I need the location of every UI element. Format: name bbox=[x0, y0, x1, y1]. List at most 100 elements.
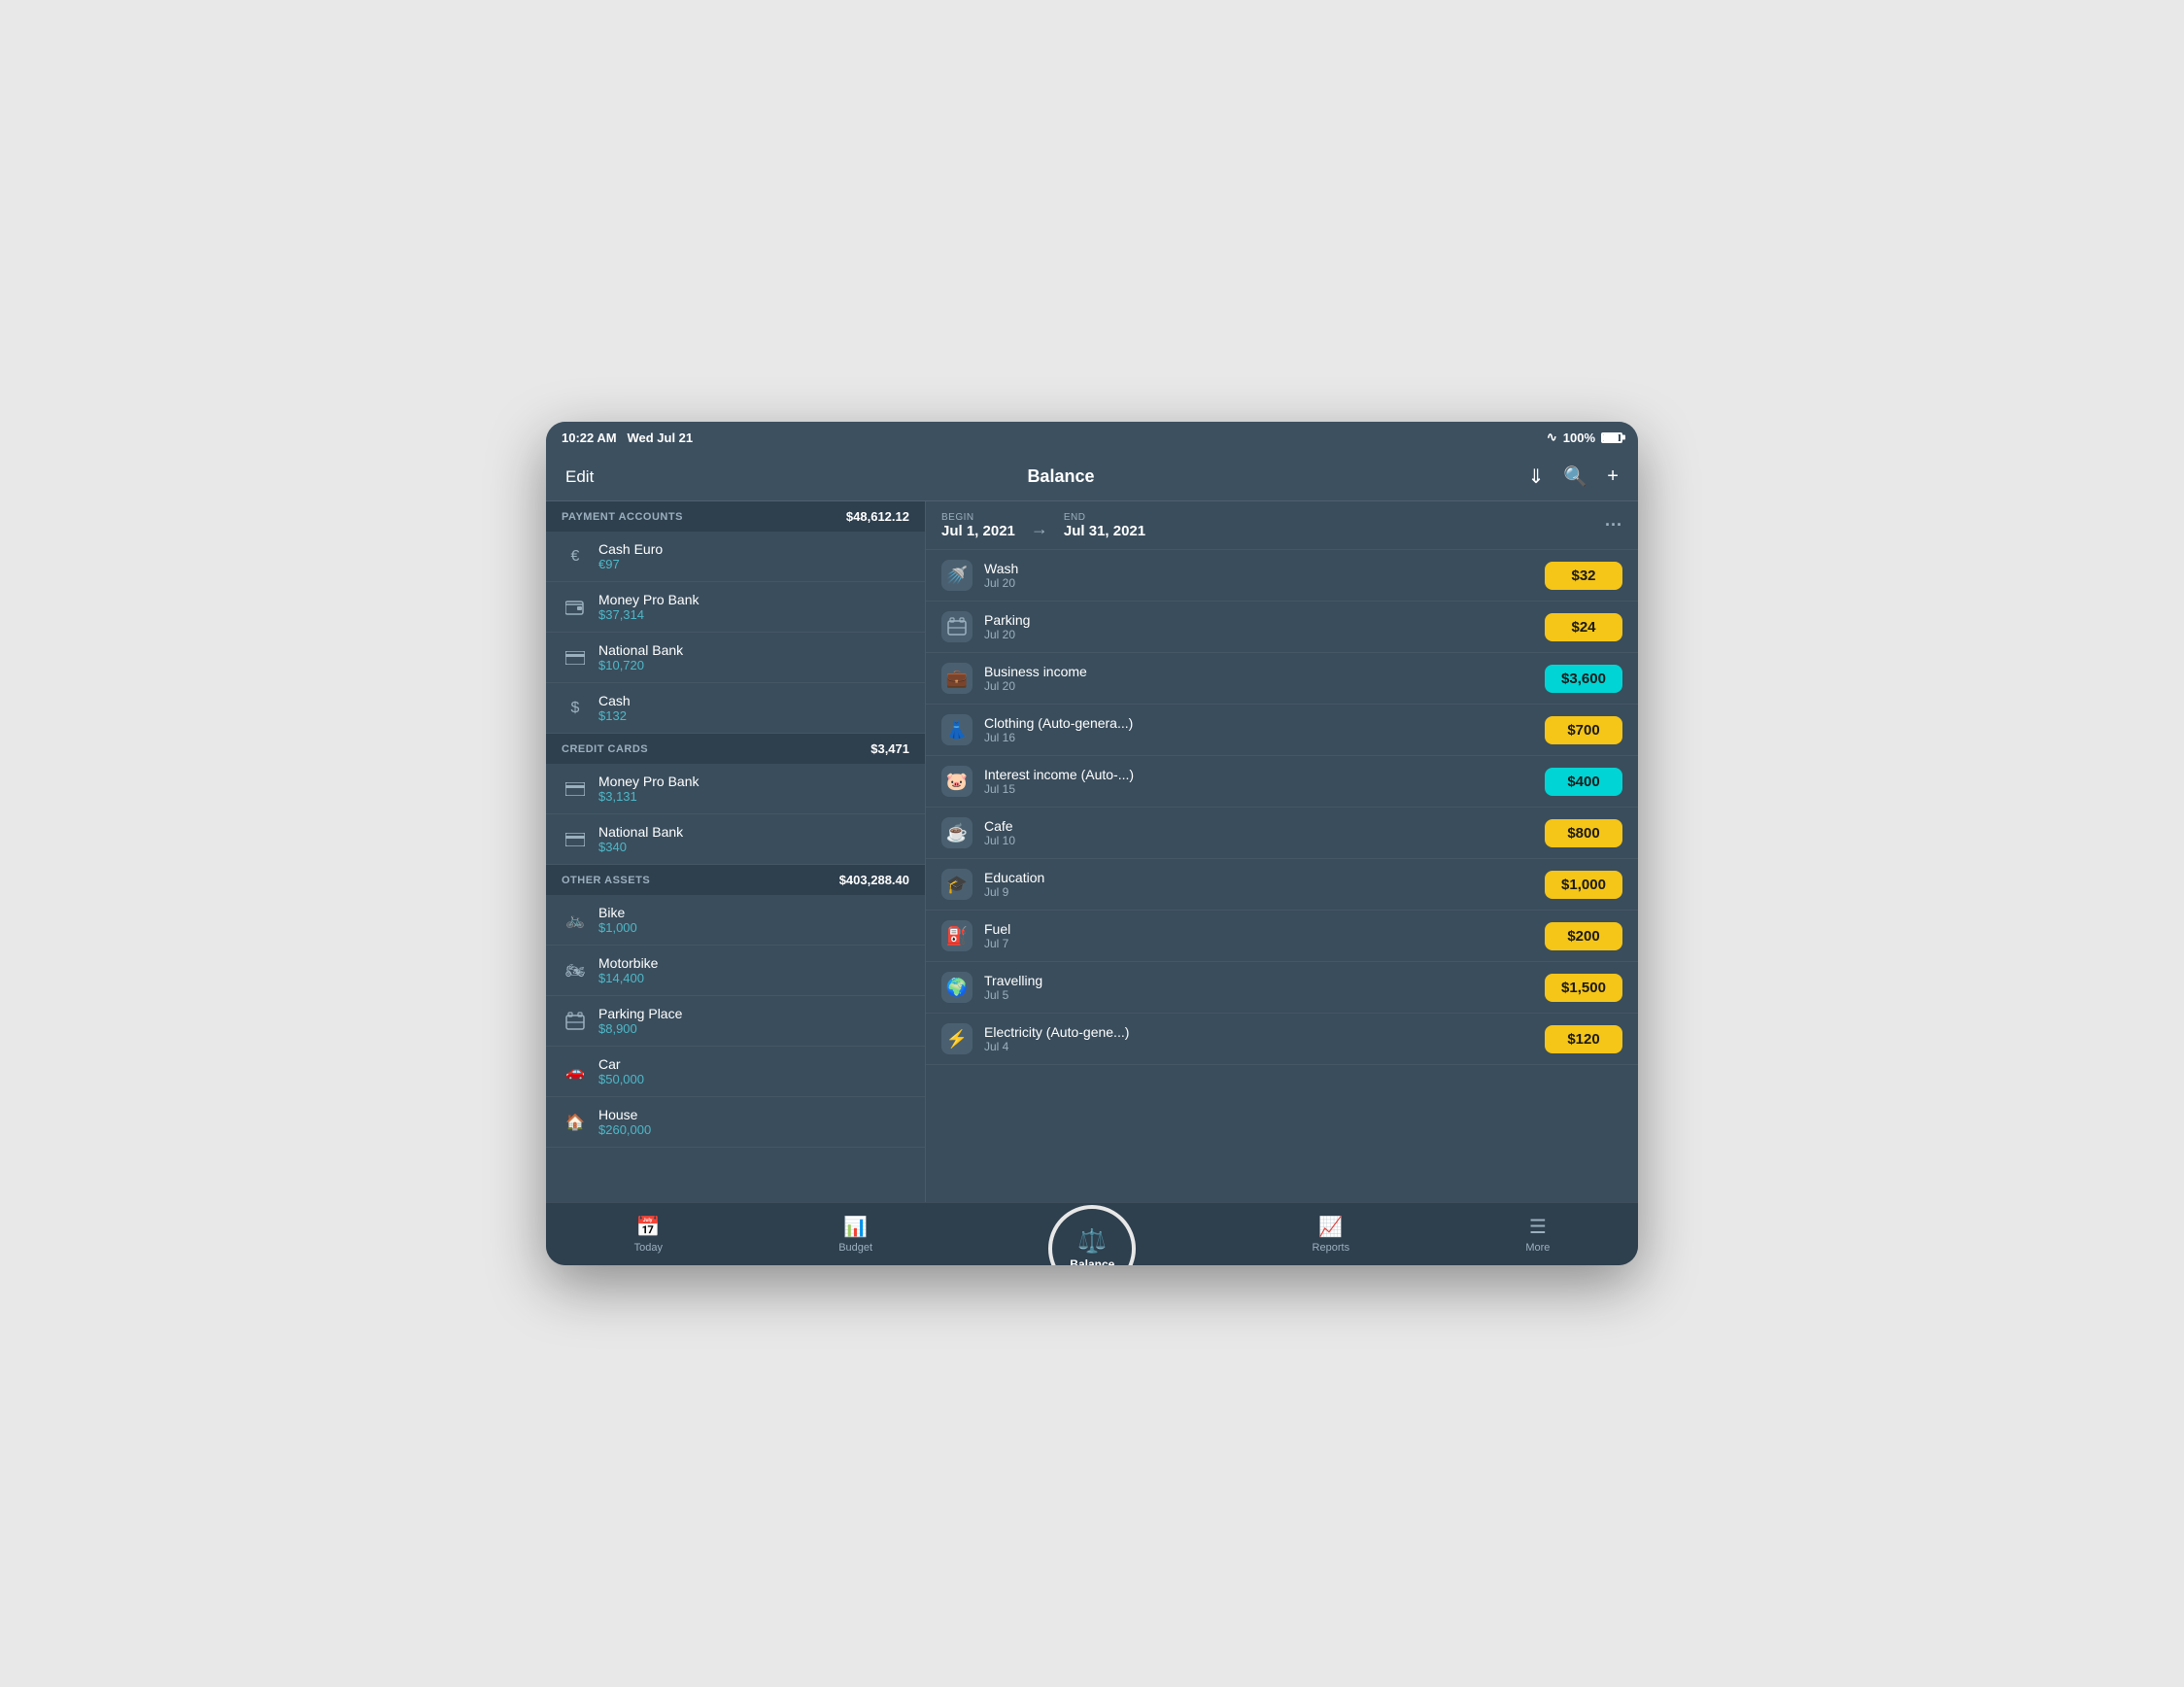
trans-amount: $800 bbox=[1545, 819, 1622, 847]
table-row[interactable]: 🎓 Education Jul 9 $1,000 bbox=[926, 859, 1638, 911]
table-row[interactable]: 🐷 Interest income (Auto-...) Jul 15 $400 bbox=[926, 756, 1638, 808]
account-name: Cash Euro bbox=[598, 541, 663, 557]
euro-icon: € bbox=[562, 543, 589, 570]
status-time: 10:22 AM Wed Jul 21 bbox=[562, 430, 693, 445]
credit-cards-total: $3,471 bbox=[870, 741, 909, 756]
balance-fab-label: Balance bbox=[1070, 1257, 1114, 1266]
end-label: End bbox=[1064, 512, 1145, 523]
trans-amount: $700 bbox=[1545, 716, 1622, 744]
trans-name: Clothing (Auto-genera...) bbox=[984, 715, 1545, 731]
table-row[interactable]: ⚡ Electricity (Auto-gene...) Jul 4 $120 bbox=[926, 1014, 1638, 1065]
list-item[interactable]: National Bank $340 bbox=[546, 814, 925, 865]
account-balance: $8,900 bbox=[598, 1021, 682, 1036]
header: Edit Balance ⇓ 🔍 + bbox=[546, 453, 1638, 501]
nav-budget[interactable]: 📊 Budget bbox=[838, 1215, 872, 1254]
list-item[interactable]: Money Pro Bank $37,314 bbox=[546, 582, 925, 633]
date-arrow-icon: → bbox=[1031, 519, 1048, 539]
nav-reports-label: Reports bbox=[1313, 1242, 1350, 1254]
today-icon: 📅 bbox=[636, 1215, 661, 1239]
table-row[interactable]: Parking Jul 20 $24 bbox=[926, 602, 1638, 653]
table-row[interactable]: 🌍 Travelling Jul 5 $1,500 bbox=[926, 962, 1638, 1014]
credit-cards-header: CREDIT CARDS $3,471 bbox=[546, 734, 925, 764]
trans-date: Jul 5 bbox=[984, 988, 1545, 1002]
trans-date: Jul 4 bbox=[984, 1040, 1545, 1053]
bike-icon: 🚲 bbox=[562, 907, 589, 934]
status-date: Wed Jul 21 bbox=[627, 430, 693, 445]
payment-accounts-header: PAYMENT ACCOUNTS $48,612.12 bbox=[546, 501, 925, 532]
list-item[interactable]: 🚗 Car $50,000 bbox=[546, 1047, 925, 1097]
parking-icon bbox=[562, 1008, 589, 1035]
reports-icon: 📈 bbox=[1318, 1215, 1343, 1239]
clothing-icon: 👗 bbox=[941, 714, 973, 745]
download-icon[interactable]: ⇓ bbox=[1528, 465, 1545, 489]
bottom-nav: 📅 Today 📊 Budget ⚖️ Balance 📈 Reports ☰ … bbox=[546, 1202, 1638, 1265]
parking-trans-icon bbox=[941, 611, 973, 642]
account-balance: $37,314 bbox=[598, 607, 700, 622]
table-row[interactable]: ⛽ Fuel Jul 7 $200 bbox=[926, 911, 1638, 962]
list-item[interactable]: 🏍 Motorbike $14,400 bbox=[546, 946, 925, 996]
begin-label: Begin bbox=[941, 512, 1015, 523]
account-balance: $340 bbox=[598, 840, 683, 854]
wifi-icon: ∿ bbox=[1547, 430, 1557, 445]
account-balance: $132 bbox=[598, 708, 631, 723]
payment-accounts-title: PAYMENT ACCOUNTS bbox=[562, 511, 683, 523]
battery-icon bbox=[1601, 432, 1622, 443]
list-item[interactable]: National Bank $10,720 bbox=[546, 633, 925, 683]
date-more-button[interactable]: ··· bbox=[1605, 515, 1622, 535]
list-item[interactable]: $ Cash $132 bbox=[546, 683, 925, 734]
balance-fab[interactable]: ⚖️ Balance bbox=[1048, 1205, 1136, 1265]
nav-today-label: Today bbox=[634, 1242, 663, 1254]
right-panel: Begin Jul 1, 2021 → End Jul 31, 2021 ···… bbox=[925, 501, 1638, 1202]
nav-more-label: More bbox=[1525, 1242, 1550, 1254]
trans-date: Jul 9 bbox=[984, 885, 1545, 899]
table-row[interactable]: 🚿 Wash Jul 20 $32 bbox=[926, 550, 1638, 602]
trans-name: Electricity (Auto-gene...) bbox=[984, 1024, 1545, 1040]
trans-amount: $32 bbox=[1545, 562, 1622, 590]
device-frame: 10:22 AM Wed Jul 21 ∿ 100% Edit Balance … bbox=[546, 422, 1638, 1265]
trans-amount: $1,000 bbox=[1545, 871, 1622, 899]
trans-date: Jul 20 bbox=[984, 628, 1545, 641]
account-name: Car bbox=[598, 1056, 644, 1072]
trans-name: Parking bbox=[984, 612, 1545, 628]
edit-button[interactable]: Edit bbox=[565, 467, 594, 487]
trans-name: Interest income (Auto-...) bbox=[984, 767, 1545, 782]
account-balance: $50,000 bbox=[598, 1072, 644, 1086]
status-time-value: 10:22 AM bbox=[562, 430, 617, 445]
nav-more[interactable]: ☰ More bbox=[1525, 1215, 1550, 1254]
status-bar: 10:22 AM Wed Jul 21 ∿ 100% bbox=[546, 422, 1638, 453]
trans-date: Jul 15 bbox=[984, 782, 1545, 796]
table-row[interactable]: 👗 Clothing (Auto-genera...) Jul 16 $700 bbox=[926, 705, 1638, 756]
business-icon: 💼 bbox=[941, 663, 973, 694]
end-value: Jul 31, 2021 bbox=[1064, 523, 1145, 539]
nav-reports[interactable]: 📈 Reports bbox=[1313, 1215, 1350, 1254]
more-icon: ☰ bbox=[1529, 1215, 1547, 1239]
trans-date: Jul 7 bbox=[984, 937, 1545, 950]
cash-icon: $ bbox=[562, 695, 589, 722]
nav-today[interactable]: 📅 Today bbox=[634, 1215, 663, 1254]
motorbike-icon: 🏍 bbox=[562, 957, 589, 984]
wallet-icon bbox=[562, 594, 589, 621]
table-row[interactable]: ☕ Cafe Jul 10 $800 bbox=[926, 808, 1638, 859]
add-icon[interactable]: + bbox=[1607, 465, 1619, 488]
list-item[interactable]: Parking Place $8,900 bbox=[546, 996, 925, 1047]
trans-amount: $400 bbox=[1545, 768, 1622, 796]
credit-cards-title: CREDIT CARDS bbox=[562, 743, 648, 755]
list-item[interactable]: 🚲 Bike $1,000 bbox=[546, 895, 925, 946]
budget-icon: 📊 bbox=[843, 1215, 868, 1239]
trans-date: Jul 20 bbox=[984, 679, 1545, 693]
list-item[interactable]: Money Pro Bank $3,131 bbox=[546, 764, 925, 814]
cafe-icon: ☕ bbox=[941, 817, 973, 848]
account-balance: $14,400 bbox=[598, 971, 658, 985]
account-name: House bbox=[598, 1107, 651, 1122]
main-content: PAYMENT ACCOUNTS $48,612.12 € Cash Euro … bbox=[546, 501, 1638, 1202]
date-range: Begin Jul 1, 2021 → End Jul 31, 2021 ··· bbox=[926, 501, 1638, 550]
interest-icon: 🐷 bbox=[941, 766, 973, 797]
list-item[interactable]: € Cash Euro €97 bbox=[546, 532, 925, 582]
trans-name: Wash bbox=[984, 561, 1545, 576]
list-item[interactable]: 🏠 House $260,000 bbox=[546, 1097, 925, 1148]
trans-amount: $3,600 bbox=[1545, 665, 1622, 693]
trans-amount: $1,500 bbox=[1545, 974, 1622, 1002]
search-icon[interactable]: 🔍 bbox=[1563, 465, 1587, 489]
account-name: Money Pro Bank bbox=[598, 774, 700, 789]
table-row[interactable]: 💼 Business income Jul 20 $3,600 bbox=[926, 653, 1638, 705]
